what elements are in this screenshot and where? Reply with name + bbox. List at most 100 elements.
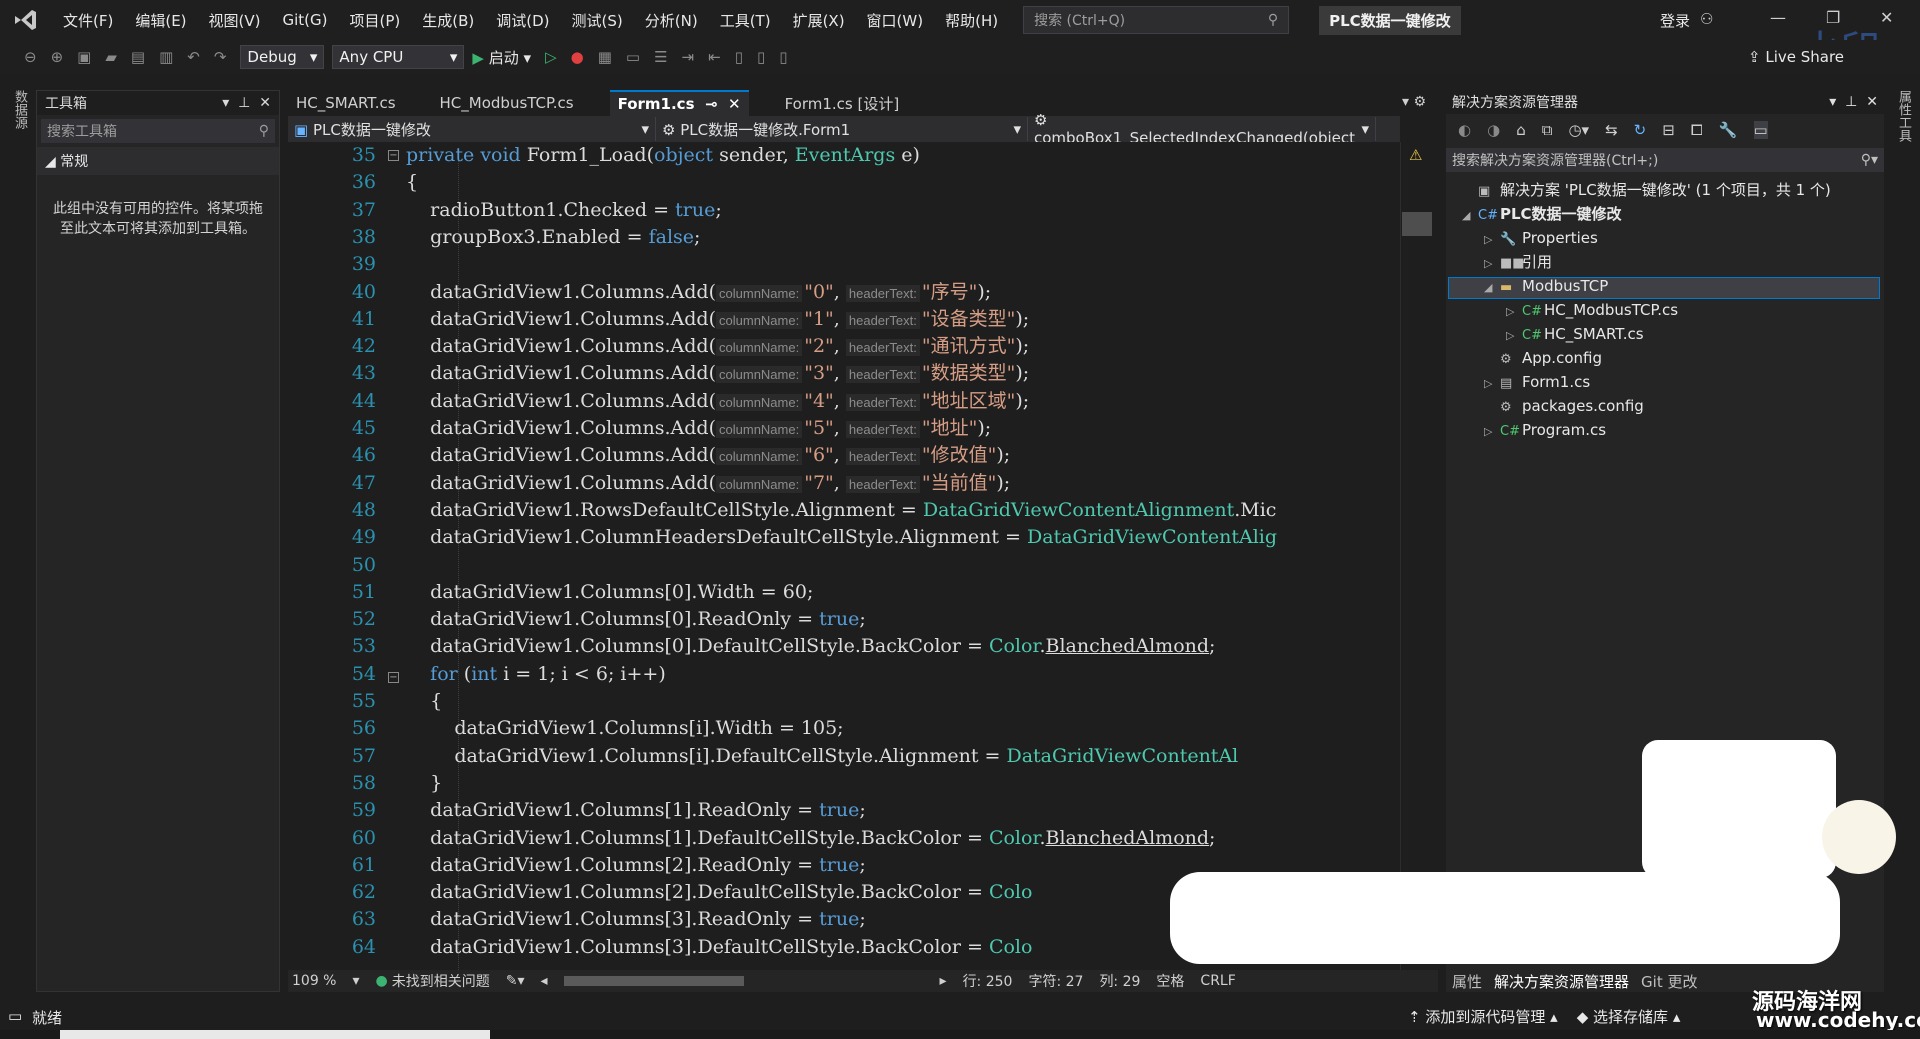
live-share-button[interactable]: ⇪ Live Share bbox=[1748, 48, 1844, 66]
menu-view[interactable]: 视图(V) bbox=[198, 10, 272, 31]
menu-extensions[interactable]: 扩展(X) bbox=[782, 10, 856, 31]
close-icon[interactable]: ✕ bbox=[728, 95, 741, 113]
global-search-input[interactable]: 搜索 (Ctrl+Q) ⚲ bbox=[1023, 6, 1290, 34]
refresh-icon[interactable]: ↻ bbox=[1634, 121, 1647, 139]
whitespace-mode[interactable]: 空格 bbox=[1156, 971, 1184, 991]
tab-git-changes[interactable]: Git 更改 bbox=[1641, 971, 1697, 992]
prev-bookmark-icon[interactable]: ▯ bbox=[757, 48, 765, 66]
select-repository[interactable]: 选择存储库 bbox=[1593, 1008, 1668, 1026]
forward-icon[interactable]: ⊕ bbox=[51, 48, 64, 66]
pin-icon[interactable]: ⊥ bbox=[238, 95, 250, 111]
pin-icon[interactable]: ⊸ bbox=[705, 95, 718, 113]
menu-analyze[interactable]: 分析(N) bbox=[634, 10, 709, 31]
close-icon[interactable]: ✕ bbox=[1866, 94, 1878, 110]
tree-item[interactable]: ▣ 解决方案 'PLC数据一键修改' (1 个项目，共 1 个) bbox=[1462, 178, 1831, 202]
fold-collapse-icon[interactable]: − bbox=[388, 150, 399, 161]
code-line[interactable]: { bbox=[406, 688, 442, 715]
code-line[interactable]: dataGridView1.Columns[3].DefaultCellStyl… bbox=[406, 934, 1032, 961]
code-line[interactable]: dataGridView1.Columns[i].Width = 105; bbox=[406, 715, 843, 742]
tree-item[interactable]: ▷ C# HC_SMART.cs bbox=[1506, 322, 1644, 346]
issues-label[interactable]: 未找到相关问题 bbox=[392, 971, 490, 991]
code-line[interactable]: private void Form1_Load(object sender, E… bbox=[406, 142, 920, 169]
code-line[interactable]: dataGridView1.Columns[0].DefaultCellStyl… bbox=[406, 633, 1215, 660]
code-line[interactable]: dataGridView1.Columns.Add(columnName: "4"… bbox=[406, 388, 1029, 415]
code-line[interactable]: groupBox3.Enabled = false; bbox=[406, 224, 700, 251]
bookmark-icon[interactable]: ▯ bbox=[735, 48, 743, 66]
close-window-icon[interactable]: ✕ bbox=[1880, 8, 1893, 27]
code-line[interactable]: dataGridView1.Columns.Add(columnName: "6"… bbox=[406, 442, 1010, 469]
menu-build[interactable]: 生成(B) bbox=[411, 10, 485, 31]
tree-item[interactable]: ◢ ▬ ModbusTCP bbox=[1484, 274, 1608, 298]
scrollbar-thumb[interactable] bbox=[1402, 212, 1432, 236]
data-sources-tab[interactable]: 数据源 bbox=[10, 90, 29, 129]
properties-wrench-icon[interactable]: 🔧 bbox=[1719, 121, 1738, 139]
project-nav-dropdown[interactable]: ▣ PLC数据一键修改 ▾ bbox=[288, 117, 656, 141]
tab-form1-cs[interactable]: Form1.cs ⊸ ✕ bbox=[609, 90, 749, 116]
member-nav-dropdown[interactable]: ⚙ comboBox1_SelectedIndexChanged(object ▾ bbox=[1028, 111, 1376, 147]
code-text-area[interactable]: private void Form1_Load(object sender, E… bbox=[406, 142, 1396, 970]
back-icon[interactable]: ⊖ bbox=[24, 48, 37, 66]
zoom-level[interactable]: 109 % bbox=[292, 973, 336, 989]
expand-toggle-icon[interactable]: ◢ bbox=[1484, 276, 1500, 300]
layout-icon[interactable]: ▭ bbox=[626, 48, 640, 66]
expand-toggle-icon[interactable]: ▷ bbox=[1484, 252, 1500, 276]
expand-toggle-icon[interactable]: ▷ bbox=[1484, 420, 1500, 444]
outdent-icon[interactable]: ⇤ bbox=[708, 48, 721, 66]
menu-debug[interactable]: 调试(D) bbox=[485, 10, 560, 31]
code-line[interactable]: dataGridView1.Columns[1].DefaultCellStyl… bbox=[406, 825, 1215, 852]
tree-item[interactable]: ▷ 🔧 Properties bbox=[1484, 226, 1598, 250]
home-icon[interactable]: ⌂ bbox=[1516, 121, 1526, 139]
code-line[interactable]: } bbox=[406, 770, 442, 797]
toolbox-search-input[interactable]: 搜索工具箱 ⚲ bbox=[41, 119, 275, 143]
code-line[interactable]: dataGridView1.Columns.Add(columnName: "3"… bbox=[406, 360, 1029, 387]
tree-item[interactable]: ⚙ packages.config bbox=[1484, 394, 1644, 418]
chevron-down-icon[interactable]: ▾ bbox=[222, 95, 229, 111]
sync-icon[interactable]: ⇆ bbox=[1605, 121, 1618, 139]
tab-solution-explorer[interactable]: 解决方案资源管理器 bbox=[1494, 971, 1629, 992]
pin-icon[interactable]: ⊥ bbox=[1845, 94, 1857, 110]
sign-in-link[interactable]: 登录 bbox=[1660, 10, 1690, 31]
brush-icon[interactable]: ✎▾ bbox=[506, 973, 525, 989]
new-project-icon[interactable]: ▣ bbox=[77, 48, 91, 66]
tab-hc-modbustcp[interactable]: HC_ModbusTCP.cs bbox=[432, 90, 582, 116]
tab-properties[interactable]: 属性 bbox=[1452, 971, 1482, 992]
expand-toggle-icon[interactable]: ▷ bbox=[1506, 300, 1522, 324]
line-ending[interactable]: CRLF bbox=[1200, 973, 1235, 989]
tree-item[interactable]: ▷ C# HC_ModbusTCP.cs bbox=[1506, 298, 1678, 322]
tree-item[interactable]: ▷ C# Program.cs bbox=[1484, 418, 1606, 442]
save-all-icon[interactable]: ▥ bbox=[159, 48, 173, 66]
scroll-left-icon[interactable]: ◂ bbox=[541, 973, 548, 989]
collapse-all-icon[interactable]: ⊟ bbox=[1662, 121, 1675, 139]
start-debug-button[interactable]: ▶ 启动 ▾ bbox=[472, 47, 531, 68]
code-line[interactable]: dataGridView1.RowsDefaultCellStyle.Align… bbox=[406, 497, 1276, 524]
taskbar-window[interactable] bbox=[60, 1030, 490, 1039]
open-folder-icon[interactable]: ▰ bbox=[105, 48, 117, 66]
tab-form1-designer[interactable]: Form1.cs [设计] bbox=[777, 90, 908, 116]
code-line[interactable]: dataGridView1.Columns.Add(columnName: "0"… bbox=[406, 279, 991, 306]
solution-explorer-search-input[interactable]: 搜索解决方案资源管理器(Ctrl+;) ⚲▾ bbox=[1446, 148, 1884, 172]
warning-icon[interactable]: ⚠ bbox=[1409, 146, 1422, 164]
code-editor[interactable]: 35 36 37 38 39 40 41 42 43 44 45 46 47 48 49 50 51 52 53 54… bbox=[288, 142, 1400, 970]
minimize-icon[interactable]: — bbox=[1770, 8, 1786, 27]
switch-views-icon[interactable]: ⧉ bbox=[1542, 121, 1553, 139]
fold-collapse-icon[interactable]: − bbox=[388, 672, 399, 683]
code-line[interactable]: for (int i = 1; i < 6; i++) bbox=[406, 661, 666, 688]
account-icon[interactable]: ⚇ bbox=[1700, 10, 1713, 28]
editor-vertical-scrollbar[interactable] bbox=[1400, 142, 1438, 970]
menu-tools[interactable]: 工具(T) bbox=[709, 10, 782, 31]
tree-item[interactable]: ▷ ▤ Form1.cs bbox=[1484, 370, 1590, 394]
run-without-debug-icon[interactable]: ▷ bbox=[545, 48, 557, 66]
add-to-source-control[interactable]: 添加到源代码管理 bbox=[1425, 1008, 1545, 1026]
code-line[interactable]: dataGridView1.Columns.Add(columnName: "1"… bbox=[406, 306, 1029, 333]
code-line[interactable]: dataGridView1.Columns[1].ReadOnly = true… bbox=[406, 797, 866, 824]
expand-toggle-icon[interactable]: ▷ bbox=[1484, 372, 1500, 396]
menu-edit[interactable]: 编辑(E) bbox=[124, 10, 197, 31]
horizontal-scrollbar-thumb[interactable] bbox=[563, 976, 744, 986]
solution-explorer-icon[interactable]: ▦ bbox=[598, 48, 612, 66]
back-icon[interactable]: ◐ bbox=[1458, 121, 1471, 139]
tab-hc-smart[interactable]: HC_SMART.cs bbox=[288, 90, 404, 116]
expand-toggle-icon[interactable]: ◢ bbox=[1462, 204, 1478, 228]
platform-dropdown[interactable]: Any CPU ▾ bbox=[332, 45, 465, 69]
code-line[interactable]: { bbox=[406, 169, 418, 196]
menu-test[interactable]: 测试(S) bbox=[561, 10, 634, 31]
